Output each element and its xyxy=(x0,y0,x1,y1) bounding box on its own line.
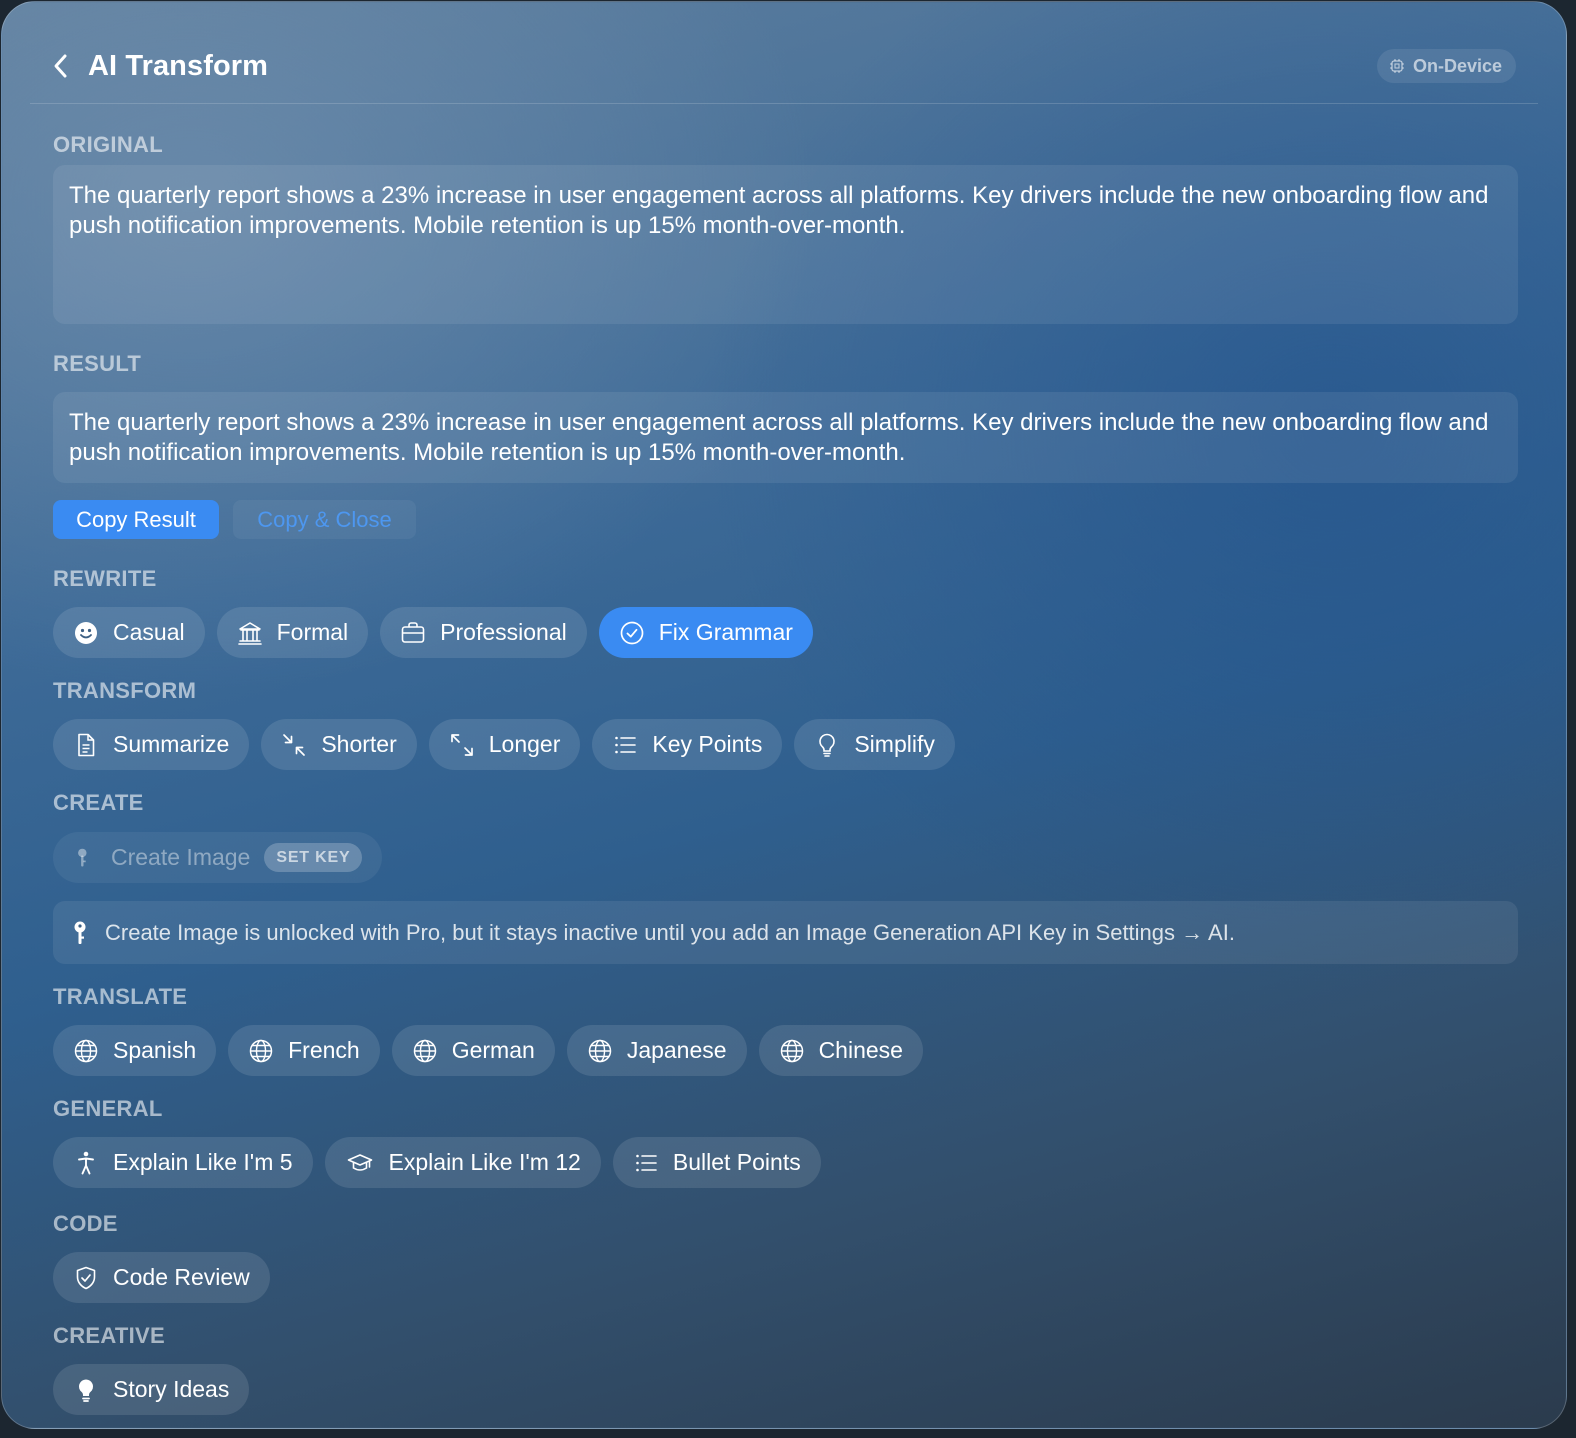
chip-label: Chinese xyxy=(818,1037,903,1063)
building-columns-icon xyxy=(237,621,262,645)
page-title: AI Transform xyxy=(88,50,269,82)
chip-label: Japanese xyxy=(626,1037,727,1063)
on-device-badge: On-Device xyxy=(1376,49,1516,83)
chip-label: Explain Like I'm 12 xyxy=(388,1149,581,1175)
key-icon xyxy=(78,848,87,866)
result-label: RESULT xyxy=(53,351,142,376)
translate-spanish-button[interactable]: Spanish xyxy=(53,1025,217,1076)
checkmark-circle-icon xyxy=(620,621,644,644)
graduation-cap-icon xyxy=(347,1153,372,1171)
document-icon xyxy=(78,733,95,756)
transform-shorter-button[interactable]: Shorter xyxy=(261,719,417,770)
ai-transform-window: AI Transform On-Device ORIGINAL The quar… xyxy=(1,1,1567,1429)
chip-label: Shorter xyxy=(321,731,397,757)
chip-label: Explain Like I'm 5 xyxy=(113,1149,293,1175)
chip-label: Create Image xyxy=(111,844,251,870)
code-review-button[interactable]: Code Review xyxy=(53,1252,270,1303)
rewrite-label: REWRITE xyxy=(53,566,157,591)
chip-label: Professional xyxy=(440,619,567,645)
general-label: GENERAL xyxy=(53,1096,163,1121)
rewrite-formal-button[interactable]: Formal xyxy=(216,607,369,658)
creative-row: Story Ideas xyxy=(53,1364,250,1415)
chip-label: Key Points xyxy=(652,731,763,757)
code-label: CODE xyxy=(53,1211,118,1236)
chip-label: Casual xyxy=(113,619,185,645)
transform-row: Summarize Shorter Longer Key Points Simp… xyxy=(53,719,955,770)
smiley-icon xyxy=(75,621,97,644)
chip-label: Story Ideas xyxy=(113,1376,230,1402)
create-image-button[interactable]: Create Image SET KEY xyxy=(53,832,383,883)
list-icon xyxy=(636,1154,657,1171)
creative-label: CREATIVE xyxy=(53,1323,166,1348)
globe-icon xyxy=(413,1039,436,1062)
chip-label: Summarize xyxy=(113,731,230,757)
rewrite-fix-grammar-button[interactable]: Fix Grammar xyxy=(598,607,813,658)
transform-simplify-button[interactable]: Simplify xyxy=(794,719,955,770)
copy-close-button[interactable]: Copy & Close xyxy=(233,500,416,539)
chip-label: Fix Grammar xyxy=(658,619,793,645)
arrows-expand-icon xyxy=(450,733,473,756)
briefcase-icon xyxy=(401,621,425,643)
chip-label: Code Review xyxy=(113,1264,250,1290)
transform-key-points-button[interactable]: Key Points xyxy=(592,719,783,770)
lightbulb-icon xyxy=(819,733,836,757)
globe-icon xyxy=(249,1039,273,1062)
person-icon xyxy=(78,1151,94,1174)
copy-result-button[interactable]: Copy Result xyxy=(53,500,219,539)
chip-label: Spanish xyxy=(113,1037,197,1063)
header: AI Transform On-Device xyxy=(30,2,1538,104)
original-text-area[interactable]: The quarterly report shows a 23% increas… xyxy=(53,165,1518,324)
transform-label: TRANSFORM xyxy=(53,678,197,703)
list-icon xyxy=(615,736,637,753)
chip-label: Formal xyxy=(276,619,349,645)
transform-longer-button[interactable]: Longer xyxy=(428,719,581,770)
story-ideas-button[interactable]: Story Ideas xyxy=(53,1364,250,1415)
badge-label: On-Device xyxy=(1412,55,1502,76)
code-row: Code Review xyxy=(53,1252,270,1303)
arrows-collapse-icon xyxy=(283,733,306,756)
transform-summarize-button[interactable]: Summarize xyxy=(53,719,250,770)
general-row: Explain Like I'm 5 Explain Like I'm 12 B… xyxy=(53,1137,821,1188)
chip-label: Longer xyxy=(488,731,561,757)
translate-japanese-button[interactable]: Japanese xyxy=(566,1025,747,1076)
translate-chinese-button[interactable]: Chinese xyxy=(758,1025,923,1076)
general-eli5-button[interactable]: Explain Like I'm 5 xyxy=(53,1137,313,1188)
create-image-info: Create Image is unlocked with Pro, but i… xyxy=(53,901,1518,964)
rewrite-row: Casual Formal Professional Fix Grammar xyxy=(53,607,813,658)
translate-row: Spanish French German Japanese Chinese xyxy=(53,1025,923,1076)
set-key-tag: SET KEY xyxy=(264,843,363,872)
info-text: Create Image is unlocked with Pro, but i… xyxy=(105,919,1235,945)
result-text-area[interactable]: The quarterly report shows a 23% increas… xyxy=(53,392,1518,483)
globe-icon xyxy=(74,1039,98,1062)
cpu-chip-icon xyxy=(1389,59,1404,73)
chip-label: Simplify xyxy=(854,731,935,757)
chip-label: Bullet Points xyxy=(672,1149,801,1175)
globe-icon xyxy=(588,1039,612,1062)
create-label: CREATE xyxy=(53,790,144,815)
lightbulb-filled-icon xyxy=(78,1378,94,1402)
general-eli12-button[interactable]: Explain Like I'm 12 xyxy=(324,1137,601,1188)
globe-icon xyxy=(780,1039,803,1062)
create-row: Create Image SET KEY xyxy=(53,832,383,883)
translate-german-button[interactable]: German xyxy=(391,1025,555,1076)
original-label: ORIGINAL xyxy=(53,132,163,157)
rewrite-professional-button[interactable]: Professional xyxy=(380,607,587,658)
general-bullet-points-button[interactable]: Bullet Points xyxy=(612,1137,821,1188)
rewrite-casual-button[interactable]: Casual xyxy=(53,607,205,658)
chip-label: German xyxy=(451,1037,535,1063)
key-icon xyxy=(74,921,86,944)
chip-label: French xyxy=(288,1037,360,1063)
chevron-left-icon[interactable] xyxy=(52,52,70,80)
translate-label: TRANSLATE xyxy=(53,984,188,1009)
shield-check-icon xyxy=(76,1266,96,1289)
translate-french-button[interactable]: French xyxy=(228,1025,380,1076)
